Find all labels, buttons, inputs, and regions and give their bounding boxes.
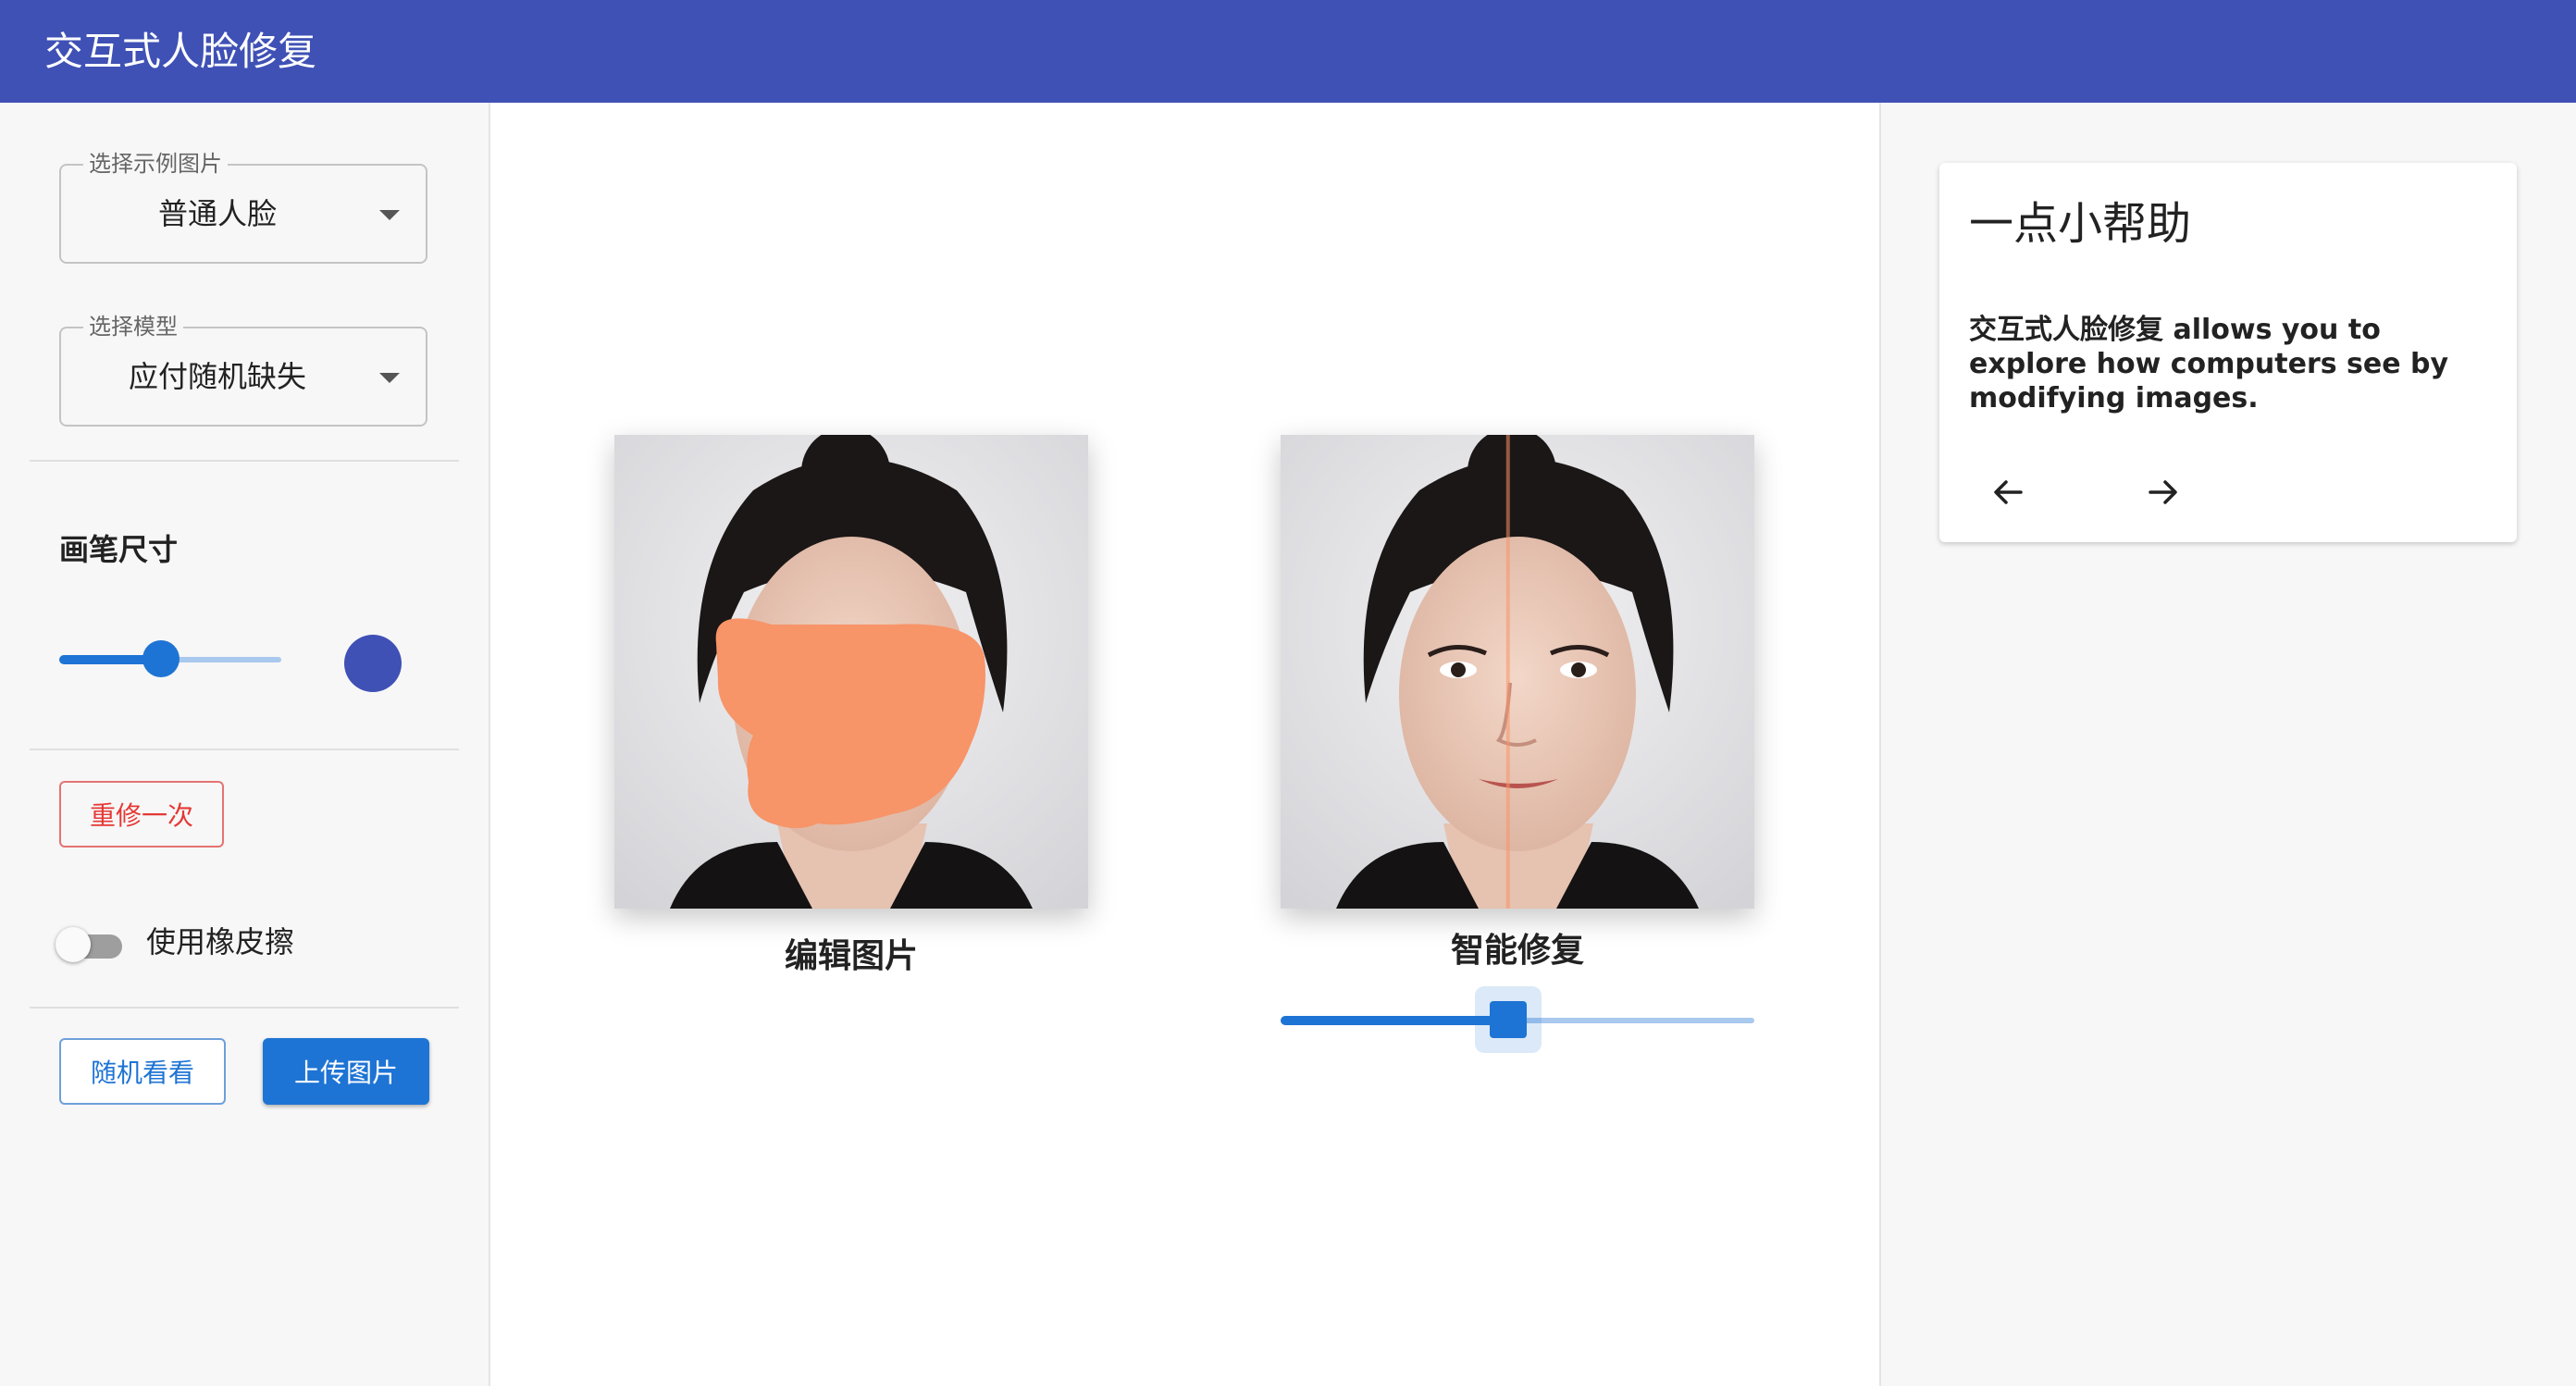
upload-button[interactable]: 上传图片 [263, 1038, 429, 1105]
divider [30, 460, 459, 462]
app-bar: 交互式人脸修复 [0, 0, 2576, 103]
help-card: 一点小帮助 交互式人脸修复 allows you to explore how … [1939, 163, 2517, 542]
brush-size-title: 画笔尺寸 [59, 532, 179, 567]
result-image-caption: 智能修复 [1450, 932, 1584, 970]
result-image [1281, 435, 1754, 909]
compare-slider[interactable] [1281, 986, 1754, 1053]
slider-thumb[interactable] [142, 640, 180, 677]
divider [30, 749, 459, 750]
slider-thumb[interactable] [1489, 1001, 1527, 1038]
eraser-toggle[interactable] [56, 925, 126, 962]
dropdown-arrow-icon [379, 210, 400, 220]
random-button[interactable]: 随机看看 [59, 1038, 226, 1105]
help-title: 一点小帮助 [1969, 198, 2192, 250]
prev-button[interactable] [1982, 466, 2034, 518]
brush-preview [344, 635, 402, 692]
app-title: 交互式人脸修复 [44, 29, 317, 74]
slider-track [1281, 1016, 1508, 1025]
model-select[interactable]: 选择模型 应付随机缺失 [59, 314, 427, 427]
arrow-right-icon [2149, 480, 2177, 504]
sidebar: 选择示例图片 普通人脸 选择模型 应付随机缺失 画笔尺寸 重修一次 使用橡皮擦 … [0, 103, 490, 1386]
eraser-toggle-label: 使用橡皮擦 [146, 924, 295, 959]
example-image-select[interactable]: 选择示例图片 普通人脸 [59, 151, 427, 264]
help-body: 交互式人脸修复 allows you to explore how comput… [1969, 313, 2496, 415]
toggle-knob[interactable] [56, 927, 91, 962]
dropdown-arrow-icon [379, 373, 400, 383]
model-select-label: 选择模型 [83, 314, 183, 340]
arrow-left-icon [1994, 480, 2023, 504]
brush-size-slider[interactable] [59, 640, 281, 677]
face-photo [614, 435, 1088, 909]
restored-face-photo [1281, 435, 1754, 909]
example-image-select-label: 选择示例图片 [83, 151, 228, 177]
example-image-select-value: 普通人脸 [157, 196, 277, 231]
redo-button[interactable]: 重修一次 [59, 781, 224, 848]
help-body-app-name: 交互式人脸修复 [1969, 314, 2163, 346]
edit-image-canvas[interactable] [614, 435, 1088, 909]
divider [30, 1007, 459, 1009]
edit-image-caption: 编辑图片 [784, 937, 918, 975]
model-select-value: 应付随机缺失 [128, 359, 306, 394]
next-button[interactable] [2137, 466, 2189, 518]
